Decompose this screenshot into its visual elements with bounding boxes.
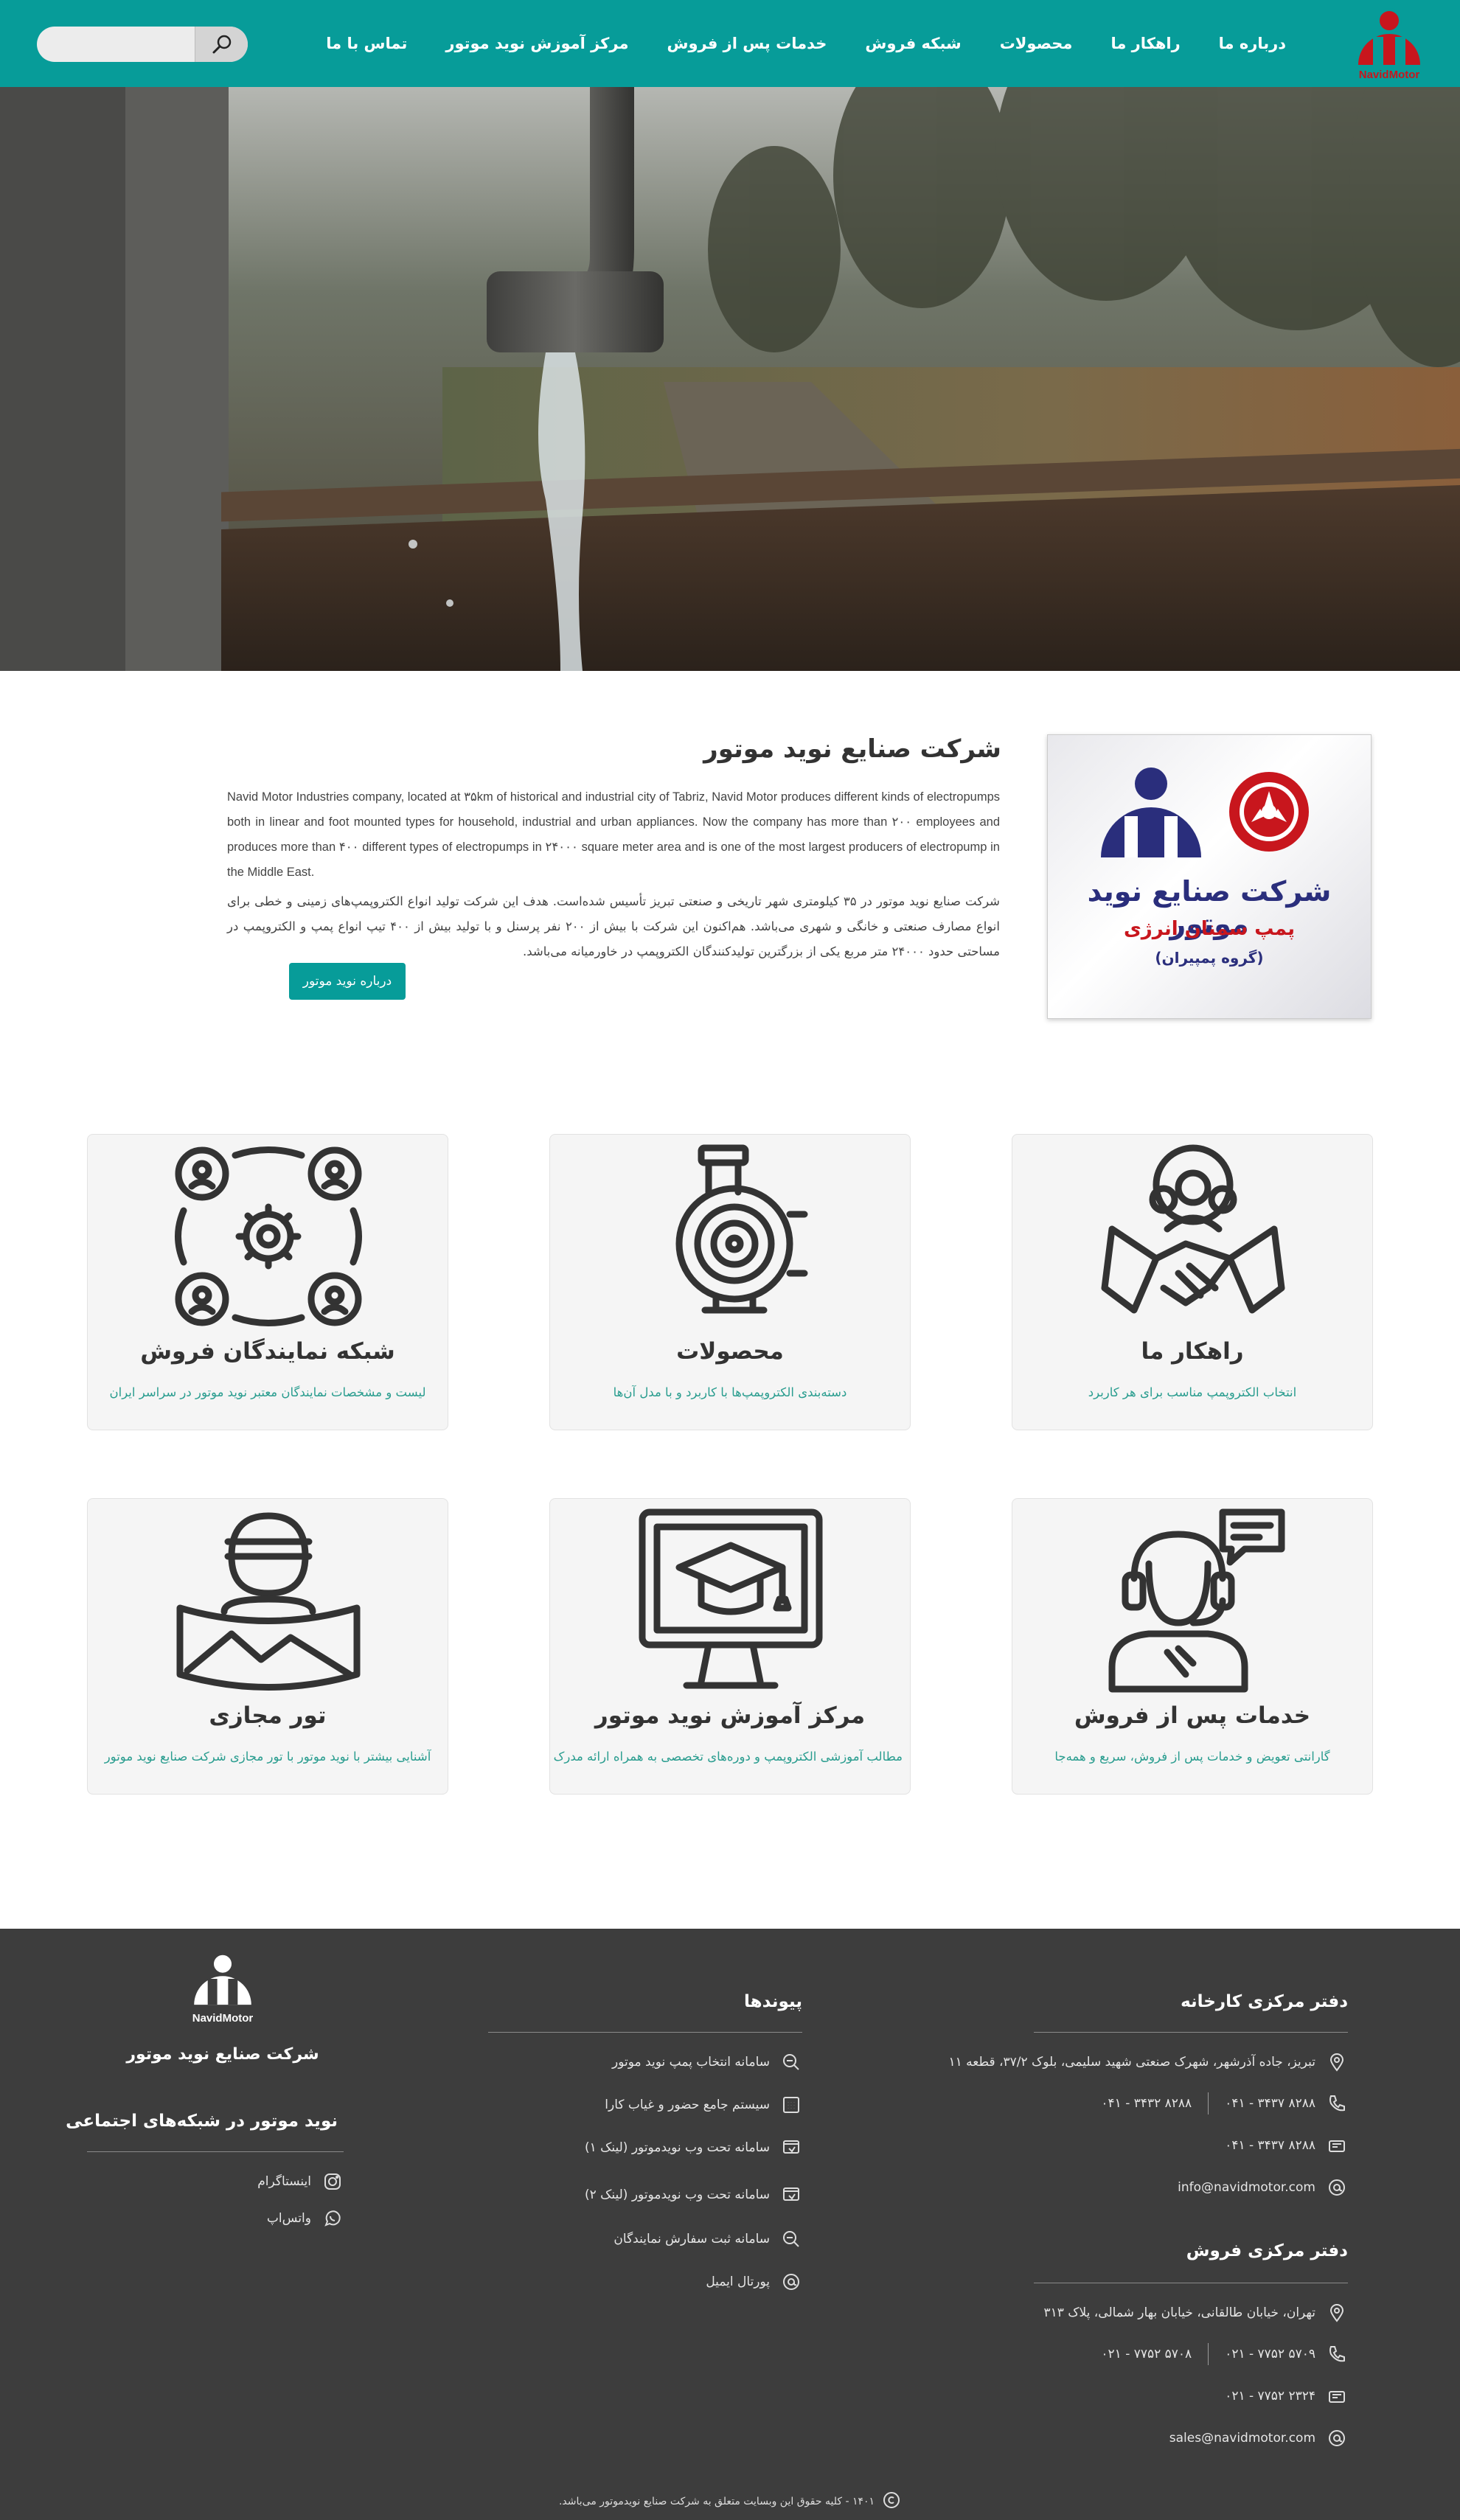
- card-title: خدمات پس از فروش: [1074, 1702, 1311, 1729]
- sales-office-title: دفتر مرکزی فروش: [1186, 2241, 1348, 2260]
- nav-about[interactable]: درباره ما: [1200, 35, 1305, 52]
- hero-water-tap-image: [0, 87, 1460, 671]
- phone-icon: [1326, 2092, 1348, 2114]
- factory-phones: ۰۴۱ - ۳۴۳۷ ۸۲۸۸ ۰۴۱ - ۳۴۳۲ ۸۲۸۸: [1101, 2092, 1348, 2114]
- nav-contact[interactable]: تماس با ما: [307, 35, 426, 52]
- logo-icon: [1358, 8, 1420, 65]
- card-description: آشنایی بیشتر با نوید موتور با تور مجازی …: [104, 1750, 431, 1764]
- instagram-icon: [321, 2171, 344, 2193]
- sales-email: sales@navidmotor.com: [1169, 2427, 1348, 2449]
- footer-link-attendance[interactable]: سیستم جامع حضور و غیاب کارا: [605, 2094, 802, 2116]
- copyright: ۱۴۰۱ - کلیه حقوق این وبسایت متعلق به شرک…: [0, 2491, 1460, 2513]
- navidmotor-logo[interactable]: NavidMotor: [1351, 6, 1428, 83]
- search-box: [37, 27, 248, 62]
- about-navidmotor-button[interactable]: درباره نوید موتور: [289, 963, 406, 1000]
- copyright-icon: [882, 2491, 901, 2513]
- phone-icon: [1326, 2343, 1348, 2365]
- location-pin-icon: [1326, 2051, 1348, 2073]
- social-instagram[interactable]: اینستاگرام: [257, 2171, 344, 2193]
- pump-select-icon: [780, 2051, 802, 2073]
- email-at-icon: [1326, 2176, 1348, 2199]
- hero-banner: [0, 87, 1460, 671]
- card-title: مرکز آموزش نوید موتور: [594, 1702, 866, 1729]
- factory-email: info@navidmotor.com: [1178, 2176, 1348, 2199]
- sales-fax: ۰۲۱ - ۷۷۵۲ ۲۳۲۴: [1225, 2385, 1348, 2407]
- logo-icon: [194, 1952, 251, 2005]
- about-text-english: Navid Motor Industries company, located …: [227, 790, 1000, 879]
- factory-office-title: دفتر مرکزی کارخانه: [1181, 1992, 1348, 2011]
- search-input[interactable]: [37, 27, 195, 62]
- footer-link-order-registration[interactable]: سامانه ثبت سفارش نمایندگان: [613, 2228, 802, 2250]
- site-header: NavidMotor درباره ما راهکار ما محصولات ش…: [0, 0, 1460, 87]
- footer-logo[interactable]: NavidMotor: [187, 1948, 258, 2025]
- card-title: شبکه نمایندگان فروش: [140, 1338, 395, 1365]
- nav-training-center[interactable]: مرکز آموزش نوید موتور: [426, 35, 647, 52]
- search-icon: [212, 35, 231, 54]
- brand-group: (گروه پمپیران): [1155, 949, 1264, 967]
- card-virtual-tour[interactable]: تور مجازی آشنایی بیشتر با نوید موتور با …: [87, 1498, 448, 1795]
- fax-icon: [1326, 2385, 1348, 2407]
- email-at-icon: [780, 2271, 802, 2293]
- social-title: نوید موتور در شبکه‌های اجتماعی: [66, 2112, 338, 2131]
- card-title: محصولات: [676, 1338, 784, 1365]
- footer-company-name: شرکت صنایع نوید موتور: [126, 2045, 319, 2064]
- footer-link-email-portal[interactable]: پورتال ایمیل: [706, 2271, 802, 2293]
- footer-link-pump-selection[interactable]: سامانه انتخاب پمپ نوید موتور: [612, 2051, 802, 2073]
- email-at-icon: [1326, 2427, 1348, 2449]
- footer-link-web-2[interactable]: سامانه تحت وب نویدموتور (لینک ۲): [585, 2184, 802, 2206]
- card-sales-network[interactable]: شبکه نمایندگان فروش لیست و مشخصات نمایند…: [87, 1134, 448, 1430]
- main-nav: درباره ما راهکار ما محصولات شبکه فروش خد…: [307, 0, 1305, 87]
- logo-text: NavidMotor: [1358, 69, 1420, 81]
- network-icon: [175, 1146, 362, 1326]
- card-description: گارانتی تعویض و خدمات پس از فروش، سریع و…: [1054, 1750, 1330, 1764]
- footer-link-web-1[interactable]: سامانه تحت وب نویدموتور (لینک ۱): [585, 2137, 802, 2159]
- factory-fax: ۰۴۱ - ۳۴۳۷ ۸۲۸۸: [1225, 2134, 1348, 2157]
- about-title: شرکت صنایع نوید موتور: [703, 734, 1001, 764]
- card-title: تور مجازی: [209, 1702, 327, 1729]
- fax-icon: [1326, 2134, 1348, 2157]
- nav-solution[interactable]: راهکار ما: [1091, 35, 1199, 52]
- card-solution[interactable]: راهکار ما انتخاب الکتروپمپ مناسب برای هر…: [1012, 1134, 1373, 1430]
- company-brand-image: شرکت صنایع نوید موتور پمپ سمنان انرژی (گ…: [1047, 734, 1372, 1019]
- about-text-persian: شرکت صنایع نوید موتور در ۳۵ کیلومتری شهر…: [227, 894, 1001, 958]
- virtual-tour-icon: [176, 1512, 361, 1691]
- web-window-icon: [780, 2137, 802, 2159]
- brand-subtitle: پمپ سمنان انرژی: [1123, 918, 1296, 940]
- links-title: پیوندها: [744, 1992, 802, 2011]
- card-description: دسته‌بندی الکتروپمپ‌ها با کاربرد و با مد…: [613, 1385, 847, 1399]
- card-description: مطالب آموزشی الکتروپمپ و دوره‌های تخصصی …: [553, 1750, 903, 1764]
- card-after-sales[interactable]: خدمات پس از فروش گارانتی تعویض و خدمات پ…: [1012, 1498, 1373, 1795]
- web-window-icon: [780, 2184, 802, 2206]
- nav-products[interactable]: محصولات: [981, 35, 1092, 52]
- search-button[interactable]: [195, 27, 248, 62]
- brand-logos-icon: [1101, 768, 1309, 857]
- divider: [87, 2151, 344, 2152]
- divider: [488, 2032, 802, 2033]
- nav-sales-network[interactable]: شبکه فروش: [846, 35, 980, 52]
- card-description: لیست و مشخصات نمایندگان معتبر نوید موتور…: [109, 1385, 426, 1399]
- sales-phones: ۰۲۱ - ۷۷۵۲ ۵۷۰۹ ۰۲۱ - ۷۷۵۲ ۵۷۰۸: [1101, 2343, 1348, 2365]
- handshake-team-icon: [1101, 1144, 1285, 1314]
- card-title: راهکار ما: [1141, 1338, 1244, 1365]
- sales-address: تهران، خیابان طالقانی، خیابان بهار شمالی…: [1044, 2302, 1349, 2324]
- copyright-text: ۱۴۰۱ - کلیه حقوق این وبسایت متعلق به شرک…: [558, 2496, 875, 2507]
- card-products[interactable]: محصولات دسته‌بندی الکتروپمپ‌ها با کاربرد…: [549, 1134, 911, 1430]
- footer-logo-text: NavidMotor: [192, 2012, 254, 2025]
- pump-icon: [675, 1144, 808, 1314]
- order-search-icon: [780, 2228, 802, 2250]
- social-whatsapp[interactable]: واتس‌اپ: [267, 2207, 344, 2230]
- location-pin-icon: [1326, 2302, 1348, 2324]
- grid-icon: [780, 2094, 802, 2116]
- card-description: انتخاب الکتروپمپ مناسب برای هر کاربرد: [1088, 1385, 1297, 1399]
- whatsapp-icon: [321, 2207, 344, 2230]
- card-training-center[interactable]: مرکز آموزش نوید موتور مطالب آموزشی الکتر…: [549, 1498, 911, 1795]
- nav-after-sales[interactable]: خدمات پس از فروش: [647, 35, 846, 52]
- divider: [1034, 2032, 1348, 2033]
- factory-address: تبریز، جاده آذرشهر، شهرک صنعتی شهید سلیم…: [949, 2051, 1348, 2073]
- education-monitor-icon: [639, 1508, 823, 1689]
- support-agent-icon: [1108, 1508, 1285, 1693]
